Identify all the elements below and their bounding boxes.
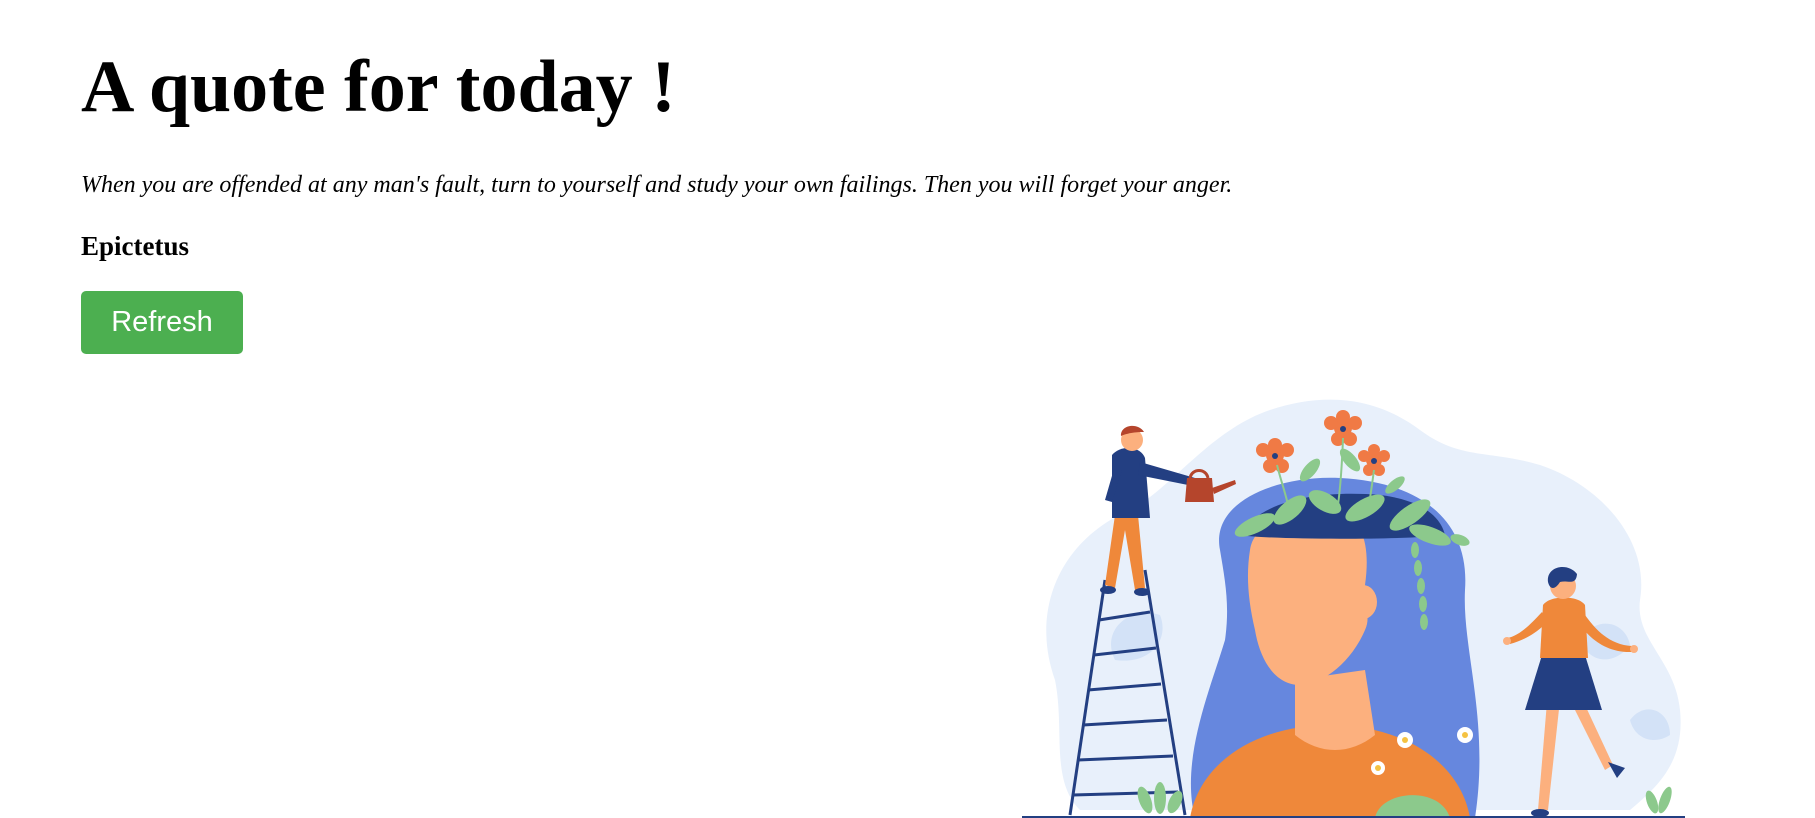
head-garden-illustration <box>1020 390 1700 818</box>
quote-author: Epictetus <box>81 231 189 261</box>
quote-text: When you are offended at any man's fault… <box>81 172 1233 198</box>
refresh-button[interactable]: Refresh <box>81 291 243 354</box>
page-title: A quote for today ! <box>81 46 676 128</box>
